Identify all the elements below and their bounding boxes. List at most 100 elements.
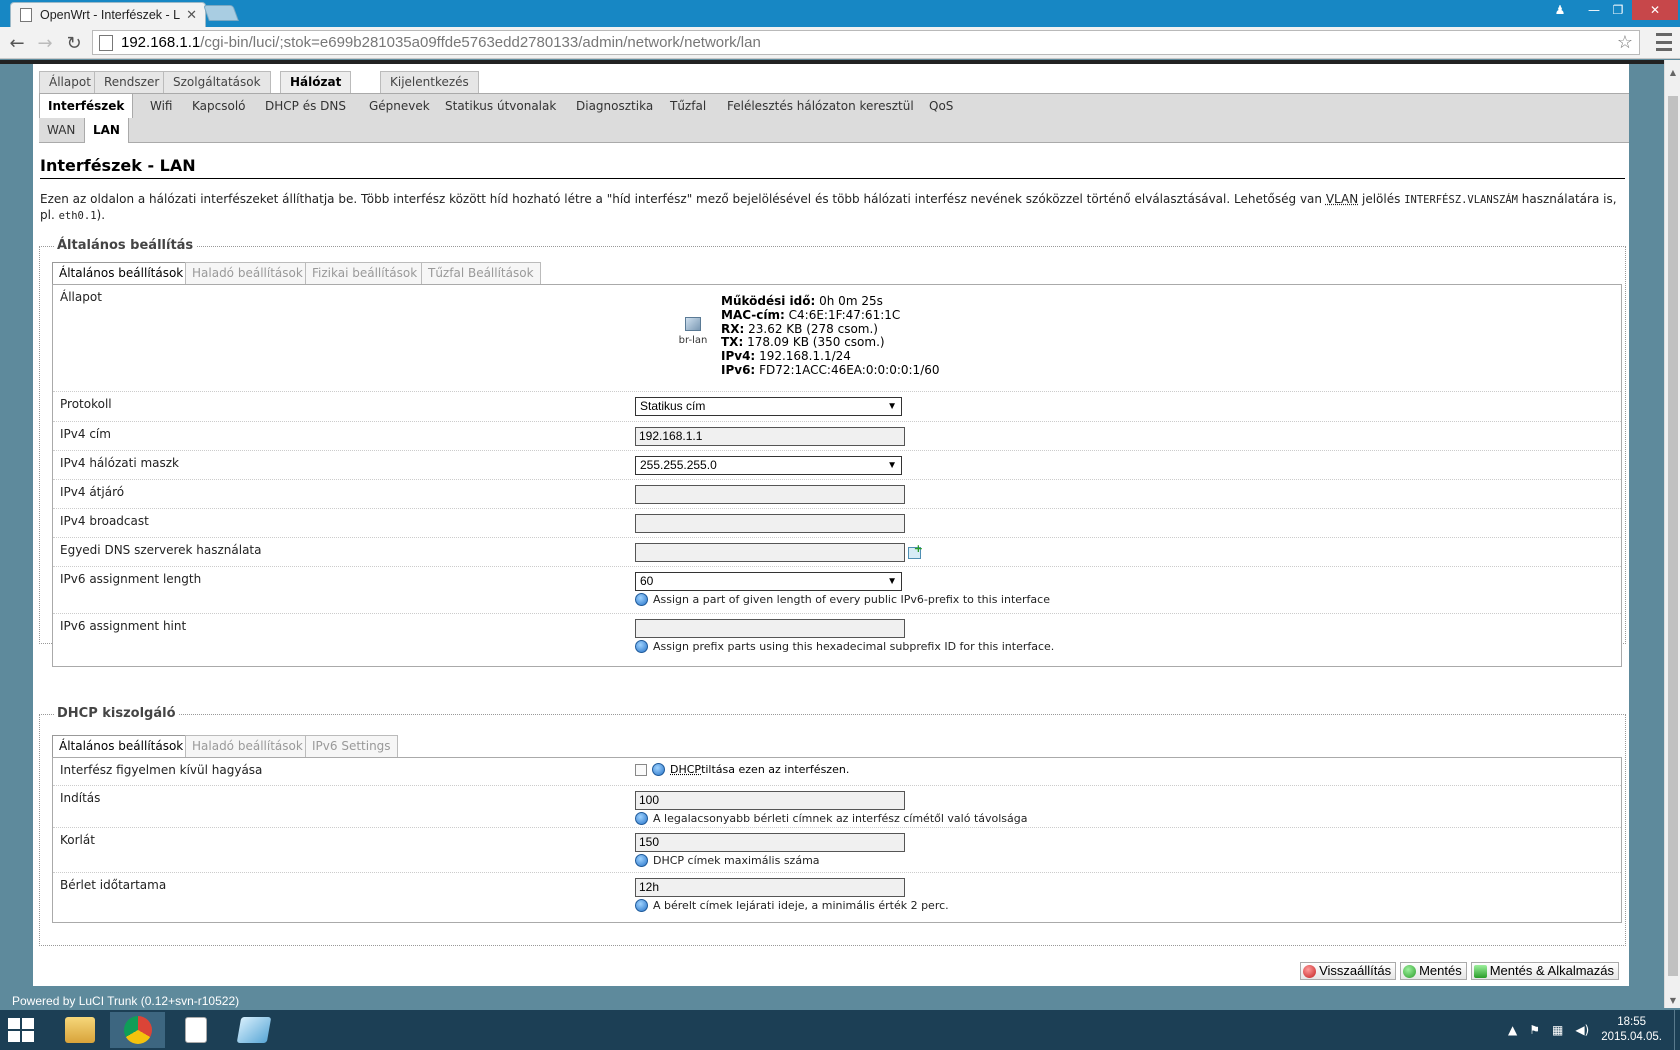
explorer-taskbar-icon[interactable]	[52, 1012, 107, 1048]
user-icon[interactable]: ♟	[1546, 0, 1574, 20]
reset-button-label: Visszaállítás	[1319, 963, 1392, 978]
netmask-select[interactable]: 255.255.255.0 ▼	[635, 456, 902, 475]
page-scrollbar[interactable]: ▲ ▼	[1664, 60, 1680, 1008]
dns-input[interactable]	[635, 543, 905, 562]
ipv6-hint-hint: Assign prefix parts using this hexadecim…	[653, 640, 1055, 653]
show-desktop-button[interactable]	[1674, 1010, 1680, 1050]
submenu-static-routes[interactable]: Statikus útvonalak	[437, 94, 564, 118]
address-bar[interactable]: 192.168.1.1/cgi-bin/luci/;stok=e699b2810…	[92, 30, 1640, 55]
window-close-icon[interactable]: ✕	[1632, 0, 1678, 20]
new-tab-button[interactable]	[203, 5, 239, 21]
scrollbar-thumb[interactable]	[1668, 96, 1678, 976]
dhcp-limit-input[interactable]: 150	[635, 833, 905, 852]
url-path: /cgi-bin/luci/;stok=e699b281035a09ffde57…	[200, 34, 761, 51]
dhcp-tab-ipv6[interactable]: IPv6 Settings	[305, 735, 398, 757]
dhcp-ignore-checkbox[interactable]	[635, 763, 647, 776]
ipv6-hint-input[interactable]	[635, 619, 905, 638]
tab-physical[interactable]: Fizikai beállítások	[305, 262, 425, 284]
ipv6-length-label: IPv6 assignment length	[60, 572, 202, 586]
clock[interactable]: 18:55 2015.04.05.	[1601, 1015, 1662, 1045]
protocol-label: Protokoll	[60, 397, 112, 411]
browser-menu-icon[interactable]	[1656, 33, 1672, 51]
windows-start-icon[interactable]	[8, 1018, 34, 1042]
mac-key: MAC-cím:	[721, 307, 785, 322]
protocol-select[interactable]: Statikus cím ▼	[635, 397, 902, 416]
submenu-dhcp-dns[interactable]: DHCP és DNS	[257, 94, 354, 118]
volume-icon[interactable]: ◀)	[1575, 1023, 1589, 1037]
back-icon[interactable]: ←	[6, 32, 28, 54]
add-dns-icon[interactable]	[908, 542, 923, 559]
menu-tab-services[interactable]: Szolgáltatások	[163, 71, 271, 93]
submenu-wol[interactable]: Felélesztés hálózaton keresztül	[719, 94, 922, 118]
submenu-interfaces[interactable]: Interfészek	[39, 94, 134, 118]
dhcp-lease-label: Bérlet időtartama	[60, 878, 167, 892]
info-icon	[635, 640, 648, 653]
system-tray: ▲ ⚑ ▦ ◀) 18:55 2015.04.05.	[1502, 1010, 1680, 1050]
desc-text-4: ).	[96, 208, 106, 222]
tab-close-icon[interactable]: ✕	[186, 8, 197, 23]
tab-advanced[interactable]: Haladó beállítások	[185, 262, 310, 284]
dropdown-arrow-icon: ▼	[887, 460, 897, 471]
save-apply-button[interactable]: Mentés & Alkalmazás	[1470, 962, 1619, 980]
ipv4-address-input[interactable]: 192.168.1.1	[635, 427, 905, 446]
submenu-firewall[interactable]: Tűzfal	[662, 94, 714, 118]
dhcp-ignore-row: Interfész figyelmen kívül hagyása DHCP t…	[53, 758, 1621, 786]
dhcp-abbr: DHCP	[670, 763, 702, 776]
flag-icon[interactable]: ⚑	[1529, 1023, 1540, 1037]
chrome-taskbar-icon[interactable]	[110, 1012, 165, 1048]
dropdown-arrow-icon: ▼	[887, 576, 897, 587]
mac-value: C4:6E:1F:47:61:1C	[788, 307, 901, 322]
gateway-input[interactable]	[635, 485, 905, 504]
bookmark-star-icon[interactable]: ☆	[1617, 32, 1633, 53]
broadcast-input[interactable]	[635, 514, 905, 533]
submenu-wan[interactable]: WAN	[39, 118, 83, 143]
ipv6-length-value: 60	[640, 574, 654, 588]
example-code: eth0.1	[58, 210, 97, 222]
browser-tab[interactable]: OpenWrt - Interfészek - Lu ✕	[10, 2, 206, 27]
submenu-bar: Interfészek Wifi Kapcsoló DHCP és DNS Gé…	[39, 93, 1629, 118]
dhcp-tab-general[interactable]: Általános beállítások	[52, 735, 191, 758]
menu-tab-system[interactable]: Rendszer	[94, 71, 170, 93]
dhcp-limit-row: Korlát 150 DHCP címek maximális száma	[53, 828, 1621, 873]
info-icon	[635, 812, 648, 825]
submenu-hostnames[interactable]: Gépnevek	[361, 94, 438, 118]
form-buttons: Visszaállítás Mentés Mentés & Alkalmazás	[1300, 962, 1619, 980]
dhcp-lease-input[interactable]: 12h	[635, 878, 905, 897]
tx-key: TX:	[721, 335, 744, 350]
submenu-diagnostics[interactable]: Diagnosztika	[568, 94, 661, 118]
menu-tab-status[interactable]: Állapot	[39, 71, 101, 93]
interface-status: br-lan Működési idő: 0h 0m 25s MAC-cím: …	[673, 294, 940, 378]
reload-icon[interactable]: ↻	[63, 32, 85, 54]
browser-toolbar: ← → ↻ 192.168.1.1/cgi-bin/luci/;stok=e69…	[0, 27, 1680, 59]
ipv4-key: IPv4:	[721, 349, 756, 364]
dhcp-server-legend: DHCP kiszolgáló	[54, 706, 179, 721]
tray-expand-icon[interactable]: ▲	[1508, 1023, 1517, 1037]
submenu-wifi[interactable]: Wifi	[142, 94, 181, 118]
network-icon[interactable]: ▦	[1552, 1023, 1563, 1037]
document-taskbar-icon[interactable]	[168, 1012, 223, 1048]
dhcp-tab-advanced[interactable]: Haladó beállítások	[185, 735, 310, 757]
reset-button[interactable]: Visszaállítás	[1300, 962, 1397, 980]
tab-firewall[interactable]: Tűzfal Beállítások	[421, 262, 541, 284]
forward-icon[interactable]: →	[34, 32, 56, 54]
save-button[interactable]: Mentés	[1400, 962, 1467, 980]
dhcp-start-input[interactable]: 100	[635, 791, 905, 810]
ipv6-length-row: IPv6 assignment length 60 ▼ Assign a part…	[53, 567, 1621, 614]
maximize-icon[interactable]: ❐	[1604, 0, 1632, 20]
submenu-lan[interactable]: LAN	[84, 118, 129, 143]
ipv6-key: IPv6:	[721, 362, 756, 377]
submenu-qos[interactable]: QoS	[921, 94, 961, 118]
info-icon	[635, 854, 648, 867]
scroll-down-icon[interactable]: ▼	[1665, 992, 1680, 1008]
save-apply-button-label: Mentés & Alkalmazás	[1489, 963, 1614, 978]
tab-general[interactable]: Általános beállítások	[52, 262, 191, 285]
info-icon	[635, 593, 648, 606]
notepad-taskbar-icon[interactable]	[226, 1012, 281, 1048]
ipv6-length-select[interactable]: 60 ▼	[635, 572, 902, 591]
submenu-switch[interactable]: Kapcsoló	[184, 94, 254, 118]
scroll-up-icon[interactable]: ▲	[1665, 64, 1680, 80]
tx-value: 178.09 KB (350 csom.)	[747, 335, 885, 350]
page-background: Állapot Rendszer Szolgáltatások Hálózat …	[0, 64, 1664, 1008]
menu-tab-logout[interactable]: Kijelentkezés	[380, 71, 479, 93]
menu-tab-network[interactable]: Hálózat	[280, 71, 352, 93]
